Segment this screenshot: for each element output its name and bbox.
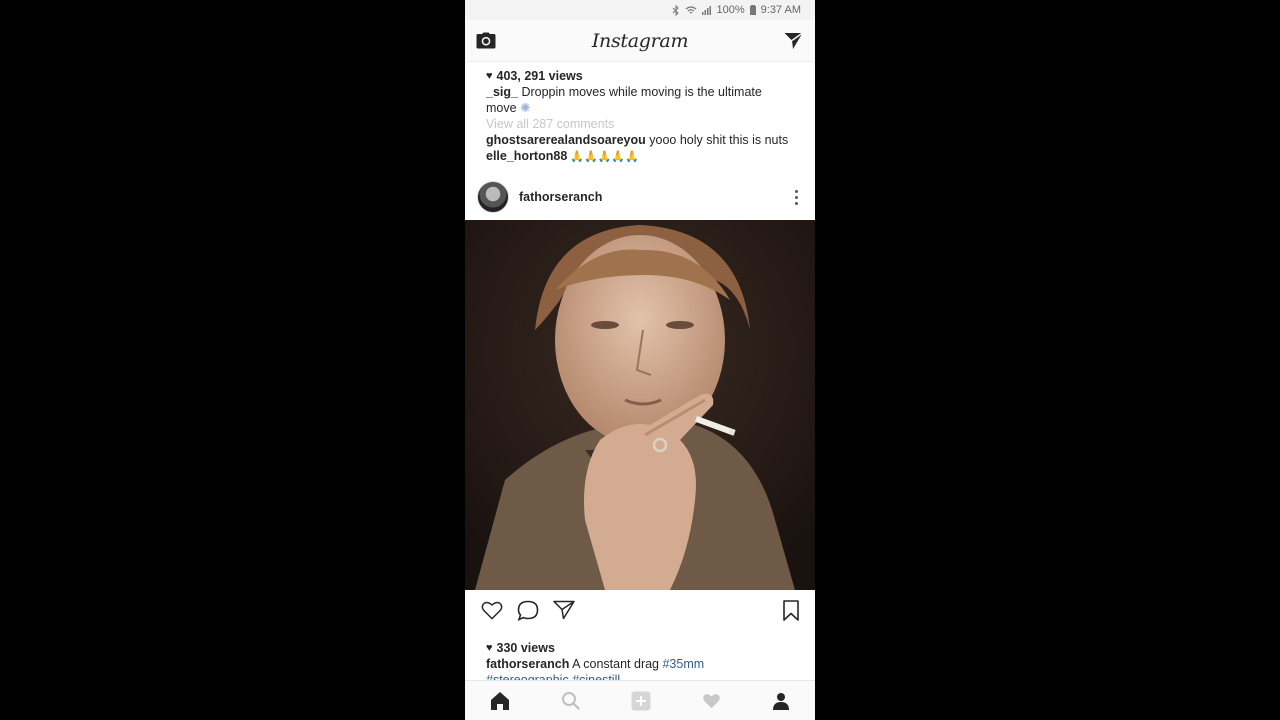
bluetooth-icon: [672, 4, 679, 16]
direct-message-button[interactable]: [783, 30, 805, 52]
caption-username[interactable]: _sig_: [486, 85, 518, 99]
views-count: 403, 291 views: [496, 69, 583, 83]
view-all-comments-link[interactable]: View all 287 comments: [486, 116, 795, 132]
avatar[interactable]: [477, 181, 509, 213]
profile-icon[interactable]: [772, 692, 790, 710]
battery-icon: [749, 5, 756, 15]
direct-send-icon: [784, 31, 804, 49]
wifi-icon: [685, 5, 696, 13]
bookmark-icon[interactable]: [783, 599, 799, 621]
more-options-icon[interactable]: [789, 189, 803, 205]
app-logo: Instagram: [591, 29, 689, 52]
photo-illustration: [465, 220, 815, 590]
post-photo[interactable]: [465, 220, 815, 590]
status-icons: 100% 9:37 AM: [672, 4, 801, 16]
comment-item: elle_horton88 🙏🙏🙏🙏🙏: [486, 148, 795, 165]
heart-small-icon: ♥: [486, 70, 493, 82]
caption-text: A constant drag: [569, 657, 663, 671]
like-heart-icon[interactable]: [481, 600, 503, 620]
previous-post-footer: ♥ 403, 291 views _sig_ Droppin moves whi…: [465, 62, 815, 165]
previous-post-caption: _sig_ Droppin moves while moving is the …: [486, 84, 795, 116]
post-views: ♥ 330 views: [486, 640, 795, 656]
post-header: fathorseranch: [465, 174, 815, 220]
camera-button[interactable]: [475, 30, 497, 52]
comment-username[interactable]: elle_horton88: [486, 149, 567, 163]
comment-icon[interactable]: [517, 600, 539, 621]
add-icon[interactable]: [631, 691, 651, 711]
hashtag-link[interactable]: #35mm: [662, 657, 704, 671]
signal-icon: [701, 5, 711, 15]
caption-username[interactable]: fathorseranch: [486, 657, 569, 671]
top-app-bar: Instagram: [465, 20, 815, 62]
dizzy-emoji-icon: ✺: [520, 101, 531, 115]
post-caption: fathorseranch A constant drag #35mm: [486, 656, 795, 672]
status-bar: 100% 9:37 AM: [465, 0, 815, 20]
comment-item: ghostsarerealandsoareyou yooo holy shit …: [486, 132, 795, 148]
comment-text: yooo holy shit this is nuts: [645, 133, 789, 147]
search-icon[interactable]: [561, 691, 580, 710]
previous-post-views: ♥ 403, 291 views: [486, 68, 795, 84]
battery-level: 100%: [716, 4, 745, 16]
home-icon[interactable]: [490, 691, 510, 711]
share-icon[interactable]: [553, 600, 575, 620]
camera-icon: [476, 32, 496, 49]
comment-text: 🙏🙏🙏🙏🙏: [567, 151, 639, 163]
heart-small-icon: ♥: [486, 642, 493, 654]
instagram-app: 100% 9:37 AM Instagram ♥ 403, 291 views: [465, 0, 815, 720]
post-username[interactable]: fathorseranch: [519, 190, 789, 204]
views-count: 330 views: [496, 641, 555, 655]
post-actions: [465, 590, 815, 630]
heart-icon[interactable]: [702, 692, 721, 709]
clock: 9:37 AM: [760, 4, 801, 16]
bottom-navigation: [465, 680, 815, 720]
comment-username[interactable]: ghostsarerealandsoareyou: [486, 133, 646, 147]
